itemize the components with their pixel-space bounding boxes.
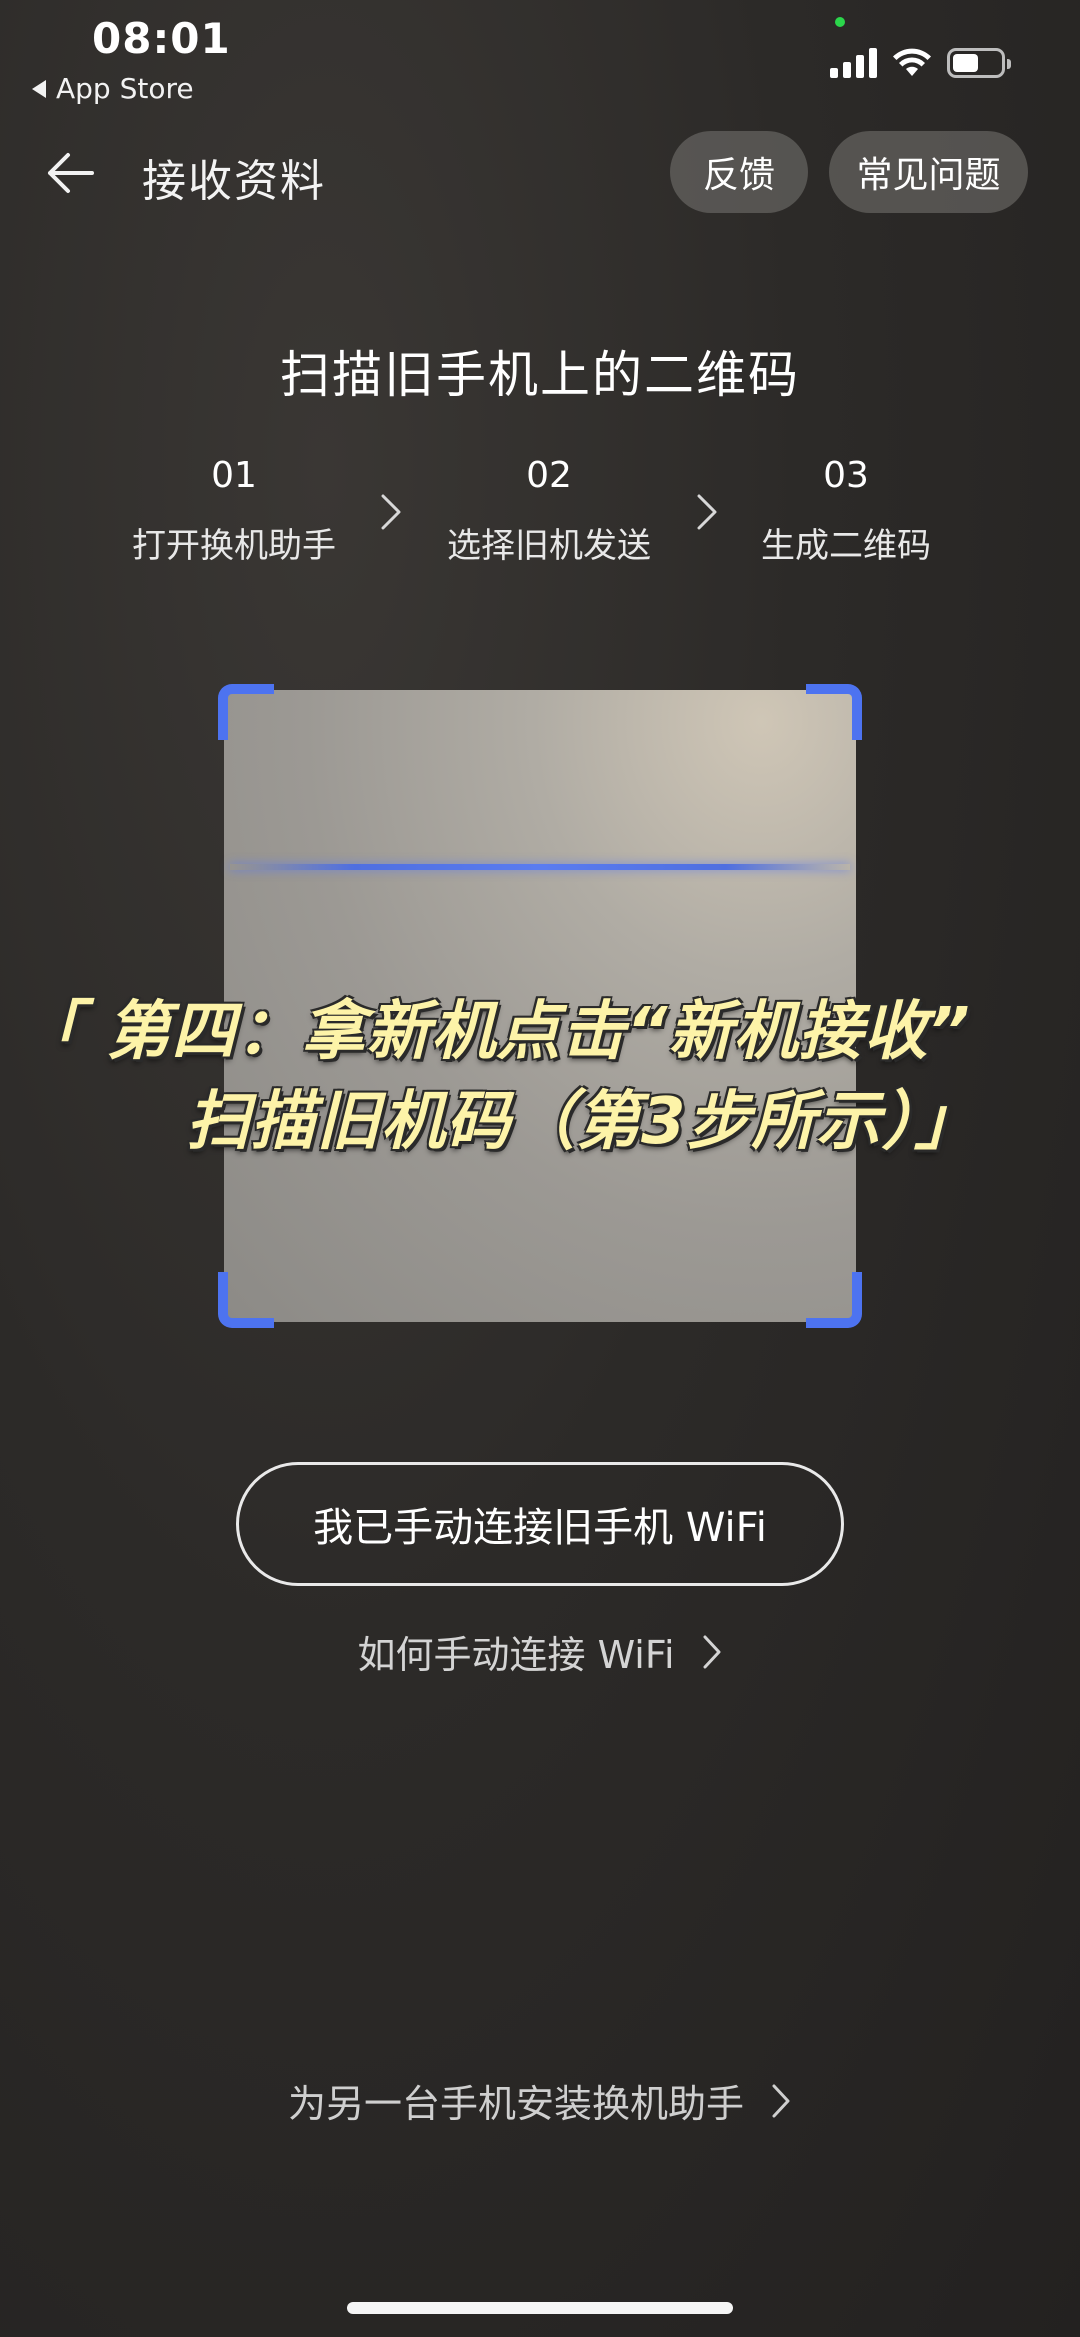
wifi-icon (893, 48, 931, 76)
scanner-corner-bottom-right (806, 1272, 862, 1328)
feedback-button[interactable]: 反馈 (670, 131, 808, 213)
step-number: 03 (823, 455, 869, 496)
privacy-indicator-dot (835, 17, 845, 27)
overlay-caption-line-2: 扫描旧机码（第3步所示）」 (186, 1085, 980, 1159)
how-to-connect-wifi-link[interactable]: 如何手动连接 WiFi (0, 1624, 1080, 1679)
cellular-signal-icon (830, 46, 877, 78)
step-2: 02 选择旧机发送 (419, 455, 679, 567)
install-helper-link[interactable]: 为另一台手机安装换机助手 (0, 2073, 1080, 2128)
back-triangle-icon (32, 79, 46, 98)
scan-title: 扫描旧手机上的二维码 (280, 346, 800, 404)
scanner-corner-bottom-left (218, 1272, 274, 1328)
step-label: 生成二维码 (761, 526, 931, 566)
step-number: 01 (211, 455, 257, 496)
back-to-app-store[interactable]: App Store (32, 72, 194, 105)
step-1: 01 打开换机助手 (104, 455, 364, 567)
scanner-corner-top-right (806, 684, 862, 740)
scanner-corner-top-left (218, 684, 274, 740)
step-label: 选择旧机发送 (447, 526, 651, 566)
scan-line (230, 864, 850, 870)
step-label: 打开换机助手 (132, 526, 336, 566)
step-number: 02 (526, 455, 572, 496)
chevron-right-icon (772, 2084, 790, 2117)
page-title: 接收资料 (142, 156, 326, 207)
step-3: 03 生成二维码 (716, 455, 976, 567)
install-helper-label: 为另一台手机安装换机助手 (287, 2082, 744, 2126)
faq-button[interactable]: 常见问题 (829, 131, 1028, 213)
chevron-right-icon (381, 494, 401, 530)
status-time: 08:01 (92, 14, 231, 63)
chevron-right-icon (703, 1635, 721, 1668)
battery-icon (947, 48, 1011, 78)
back-app-label: App Store (56, 72, 194, 105)
how-to-connect-wifi-label: 如何手动连接 WiFi (357, 1633, 675, 1677)
overlay-caption-line-1: 「 第四：拿新机点击“新机接收” (18, 995, 971, 1069)
wifi-connected-button[interactable]: 我已手动连接旧手机 WiFi (236, 1462, 844, 1586)
back-arrow-icon[interactable] (46, 148, 96, 198)
status-icons (830, 38, 1011, 78)
home-indicator[interactable] (347, 2302, 733, 2314)
